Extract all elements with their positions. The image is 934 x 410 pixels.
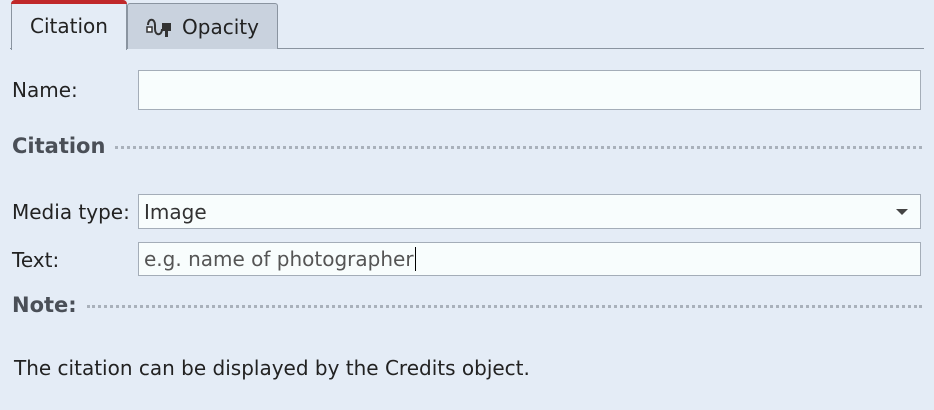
tab-bar: Citation Opacity bbox=[0, 0, 934, 50]
section-divider bbox=[86, 305, 922, 308]
tab-citation-label: Citation bbox=[30, 13, 108, 38]
note-section-title: Note: bbox=[12, 293, 77, 317]
text-input-value: e.g. name of photographer bbox=[144, 247, 414, 271]
citation-section-title: Citation bbox=[12, 134, 106, 158]
tab-opacity-label: Opacity bbox=[182, 14, 259, 39]
name-input[interactable] bbox=[138, 70, 921, 110]
section-divider bbox=[115, 146, 922, 149]
chevron-down-icon[interactable] bbox=[896, 209, 908, 215]
media-type-value: Image bbox=[144, 199, 207, 224]
name-label: Name: bbox=[12, 78, 78, 102]
text-caret bbox=[414, 247, 416, 271]
media-type-select[interactable]: Image bbox=[138, 194, 921, 229]
tab-opacity[interactable]: Opacity bbox=[127, 3, 278, 49]
tab-citation[interactable]: Citation bbox=[11, 0, 127, 50]
text-label: Text: bbox=[12, 248, 60, 272]
note-section-header: Note: bbox=[12, 293, 922, 317]
opacity-wave-icon bbox=[146, 15, 174, 39]
citation-section-header: Citation bbox=[12, 134, 922, 158]
media-type-label: Media type: bbox=[12, 200, 130, 224]
text-input[interactable]: e.g. name of photographer bbox=[138, 242, 921, 276]
note-text: The citation can be displayed by the Cre… bbox=[14, 356, 530, 380]
